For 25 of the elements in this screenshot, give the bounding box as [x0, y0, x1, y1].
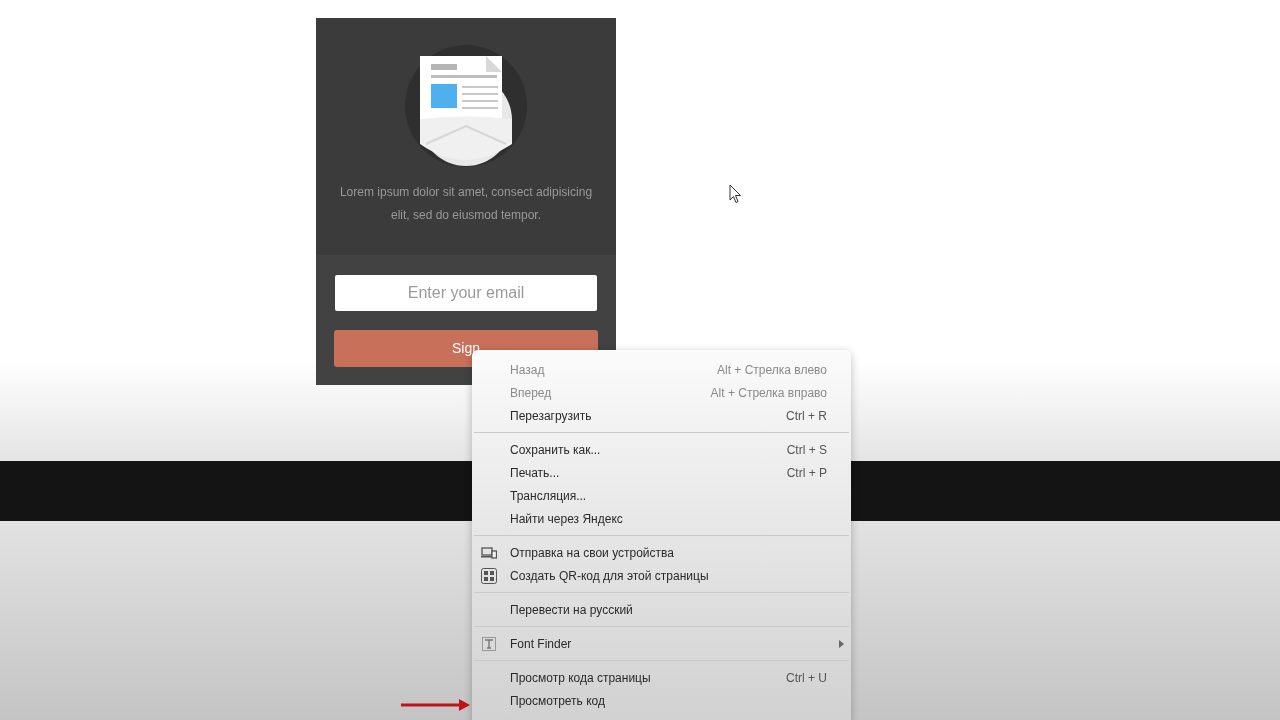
menu-item[interactable]: Создать QR-код для этой страницы	[472, 564, 851, 587]
menu-item[interactable]: Перезагрузить Ctrl + R	[472, 404, 851, 427]
shortcut-text: Ctrl + S	[786, 441, 827, 459]
shortcut-text: Ctrl + R	[786, 407, 827, 425]
qr-code-icon	[481, 568, 497, 584]
menu-item[interactable]: Перевести на русский	[472, 598, 851, 621]
newsletter-envelope-icon	[404, 44, 528, 168]
menu-item[interactable]: Печать... Ctrl + P	[472, 461, 851, 484]
menu-item[interactable]: Просмотреть код	[472, 689, 851, 712]
email-input-field[interactable]: Enter your email	[335, 275, 597, 311]
laptop-phone-icon	[481, 547, 497, 559]
menu-item[interactable]: Трансляция...	[472, 484, 851, 507]
description-text: Lorem ipsum dolor sit amet, consect adipisicing elit, sed do eiusmod tempor.	[338, 184, 594, 224]
menu-item[interactable]: Отправка на свои устройства	[472, 541, 851, 564]
menu-item[interactable]: Font Finder	[472, 632, 851, 655]
mouse-cursor-icon	[729, 184, 742, 204]
pointer-arrow	[400, 698, 471, 712]
shortcut-text: Alt + Стрелка вправо	[710, 384, 827, 402]
menu-item[interactable]: Найти через Яндекс	[472, 507, 851, 530]
text-tool-icon	[482, 637, 496, 651]
shortcut-text: Alt + Стрелка влево	[717, 361, 827, 379]
menu-item[interactable]: Просмотр кода страницы Ctrl + U	[472, 666, 851, 689]
shortcut-text: Ctrl + P	[786, 464, 827, 482]
shortcut-text: Ctrl + U	[786, 669, 827, 687]
menu-item[interactable]: Сохранить как... Ctrl + S	[472, 438, 851, 461]
